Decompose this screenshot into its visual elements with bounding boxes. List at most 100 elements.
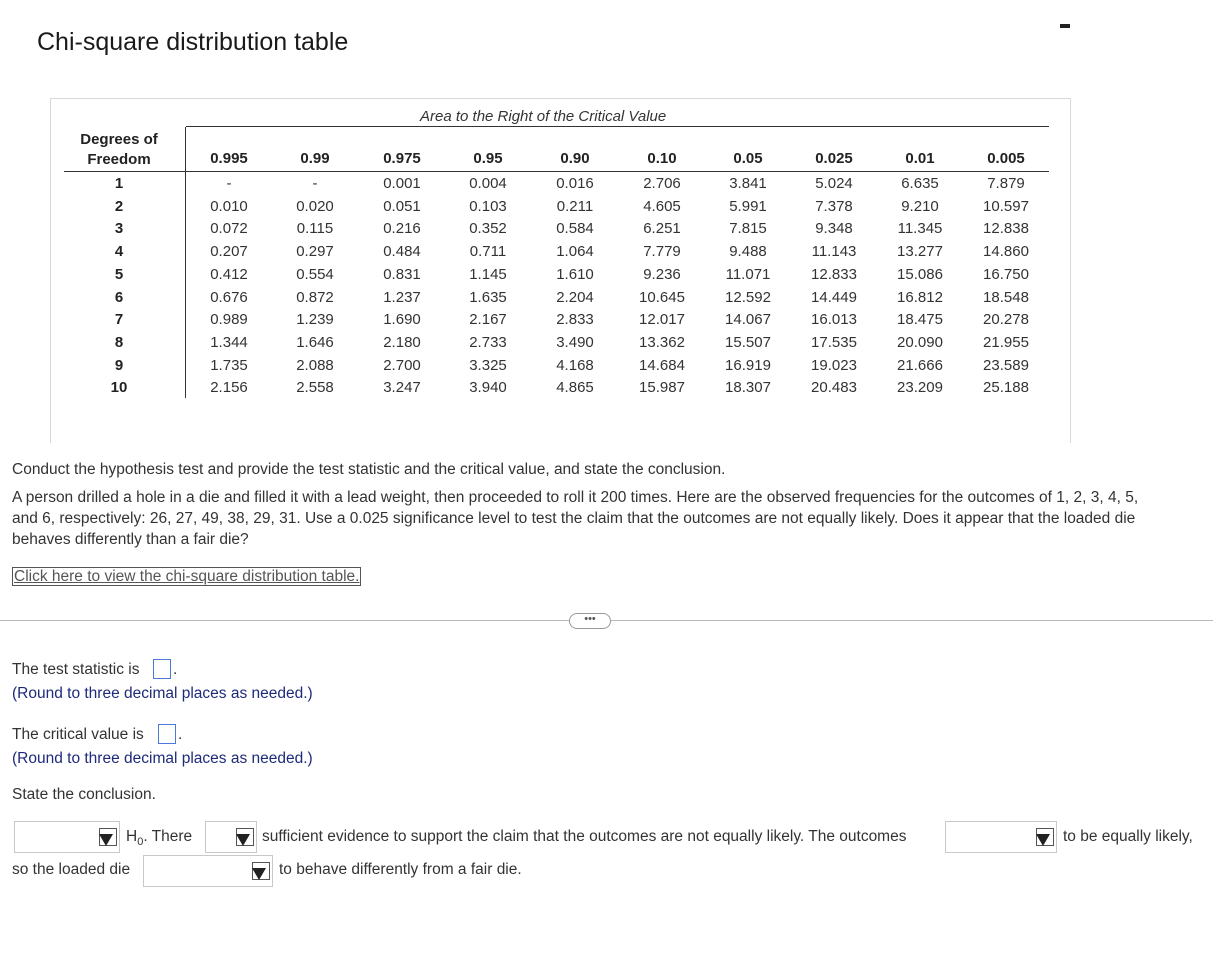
table-cell: 0.001 bbox=[383, 175, 421, 192]
table-cell: - bbox=[226, 175, 232, 192]
table-cell: 14.449 bbox=[811, 288, 857, 306]
header-rule bbox=[64, 171, 1049, 172]
df-cell: 4 bbox=[114, 243, 124, 261]
column-header: 0.01 bbox=[905, 150, 935, 167]
table-cell: 2.733 bbox=[469, 333, 507, 351]
h0-letter: H bbox=[126, 828, 138, 845]
table-cell: 12.833 bbox=[811, 265, 857, 283]
df-cell: 9 bbox=[114, 356, 124, 374]
column-header: 0.90 bbox=[560, 150, 590, 167]
more-options-button[interactable]: ••• bbox=[569, 613, 611, 629]
table-cell: 0.676 bbox=[210, 288, 248, 306]
question-body: A person drilled a hole in a die and fil… bbox=[12, 487, 1138, 550]
column-header: 0.025 bbox=[815, 150, 853, 167]
table-cell: 2.558 bbox=[296, 379, 334, 397]
table-cell: 11.345 bbox=[897, 220, 943, 238]
table-cell: 7.879 bbox=[987, 175, 1025, 192]
table-cell: 20.483 bbox=[811, 379, 857, 397]
table-cell: 1.690 bbox=[383, 311, 421, 329]
table-cell: 16.919 bbox=[725, 356, 771, 374]
evidence-select[interactable] bbox=[205, 821, 257, 853]
h0-text: H0. There bbox=[126, 828, 192, 848]
table-cell: 2.833 bbox=[556, 311, 594, 329]
critical-value-label: The critical value is bbox=[12, 726, 144, 743]
table-cell: 7.815 bbox=[729, 220, 767, 238]
table-cell: 2.167 bbox=[469, 311, 507, 329]
table-cell: 3.940 bbox=[469, 379, 507, 397]
table-cell: 0.016 bbox=[556, 175, 594, 192]
table-caption: Area to the Right of the Critical Value bbox=[420, 108, 667, 125]
table-cell: 14.067 bbox=[725, 311, 771, 329]
table-cell: 1.239 bbox=[296, 311, 334, 329]
table-cell: 17.535 bbox=[811, 333, 857, 351]
there-text: . There bbox=[143, 828, 193, 845]
table-cell: 4.865 bbox=[556, 379, 594, 397]
table-cell: 20.278 bbox=[983, 311, 1029, 329]
table-cell: 7.378 bbox=[815, 197, 853, 215]
table-cell: 0.051 bbox=[383, 197, 421, 215]
df-cell: 10 bbox=[110, 379, 128, 397]
critical-value-period: . bbox=[178, 726, 183, 743]
table-cell: 12.592 bbox=[725, 288, 771, 306]
table-cell: 18.307 bbox=[725, 379, 771, 397]
table-cell: 7.779 bbox=[643, 243, 681, 261]
table-cell: 0.989 bbox=[210, 311, 248, 329]
table-cell: 16.812 bbox=[897, 288, 943, 306]
instruction-text: Conduct the hypothesis test and provide … bbox=[12, 461, 726, 478]
table-cell: 16.750 bbox=[983, 265, 1029, 283]
df-header-line2: Freedom bbox=[87, 151, 151, 168]
reject-h0-select[interactable] bbox=[14, 821, 120, 853]
minimize-icon[interactable] bbox=[1060, 24, 1070, 28]
table-cell: 0.711 bbox=[469, 243, 507, 261]
column-header: 0.95 bbox=[473, 150, 503, 167]
table-cell: 1.145 bbox=[469, 265, 507, 283]
table-cell: 0.211 bbox=[556, 197, 594, 215]
table-cell: 6.251 bbox=[643, 220, 681, 238]
table-cell: 1.064 bbox=[556, 243, 594, 261]
table-cell: 1.735 bbox=[210, 356, 248, 374]
df-header: Degrees of Freedom bbox=[64, 130, 174, 170]
table-cell: 2.204 bbox=[556, 288, 594, 306]
table-cell: 3.325 bbox=[469, 356, 507, 374]
outcomes-select[interactable] bbox=[945, 821, 1057, 853]
table-cell: 0.484 bbox=[383, 243, 421, 261]
table-cell: 15.086 bbox=[897, 265, 943, 283]
table-cell: 0.297 bbox=[296, 243, 334, 261]
df-cell: 1 bbox=[114, 175, 124, 192]
df-header-line1: Degrees of bbox=[80, 131, 158, 148]
df-cell: 3 bbox=[114, 220, 124, 238]
test-statistic-input[interactable] bbox=[153, 659, 171, 679]
table-cell: 1.237 bbox=[383, 288, 421, 306]
table-cell: 10.597 bbox=[983, 197, 1029, 215]
table-cell: 23.589 bbox=[983, 356, 1029, 374]
window-title: Chi-square distribution table bbox=[37, 28, 349, 56]
table-cell: 12.017 bbox=[639, 311, 685, 329]
table-cell: 14.860 bbox=[983, 243, 1029, 261]
behave-differently-text: to behave differently from a fair die. bbox=[279, 861, 522, 878]
critical-value-input[interactable] bbox=[158, 724, 176, 744]
table-cell: 1.344 bbox=[210, 333, 248, 351]
table-cell: 9.236 bbox=[643, 265, 681, 283]
table-cell: 11.071 bbox=[725, 265, 771, 283]
table-cell: 12.838 bbox=[983, 220, 1029, 238]
table-cell: 1.646 bbox=[296, 333, 334, 351]
table-cell: 0.352 bbox=[469, 220, 507, 238]
view-table-link[interactable]: Click here to view the chi-square distri… bbox=[12, 567, 362, 586]
df-cell: 8 bbox=[114, 333, 124, 351]
chevron-down-icon bbox=[236, 834, 250, 846]
table-cell: 0.020 bbox=[296, 197, 334, 215]
table-cell: 25.188 bbox=[983, 379, 1029, 397]
die-behavior-select[interactable] bbox=[143, 855, 273, 887]
table-cell: 0.004 bbox=[469, 175, 507, 192]
df-cell: 7 bbox=[114, 311, 124, 329]
question-line-2: and 6, respectively: 26, 27, 49, 38, 29,… bbox=[12, 510, 1136, 527]
table-cell: 2.700 bbox=[383, 356, 421, 374]
table-cell: 5.024 bbox=[815, 175, 853, 192]
table-cell: 18.475 bbox=[897, 311, 943, 329]
table-cell: 3.247 bbox=[383, 379, 421, 397]
table-cell: 0.207 bbox=[210, 243, 248, 261]
table-cell: 0.584 bbox=[556, 220, 594, 238]
table-cell: 13.277 bbox=[897, 243, 943, 261]
question-line-1: A person drilled a hole in a die and fil… bbox=[12, 489, 1139, 506]
conclusion-label: State the conclusion. bbox=[12, 786, 156, 803]
